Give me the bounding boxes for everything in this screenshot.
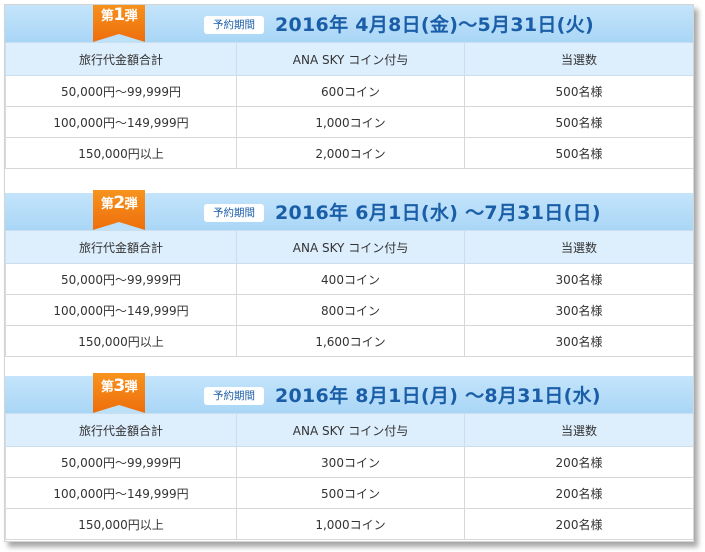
reward-table: 旅行代金額合計 ANA SKY コイン付与 当選数 50,000円〜99,999…	[5, 230, 693, 357]
period-bar: 第2弾 予約期間 2016年 6月1日(水) 〜7月31日(日)	[5, 190, 693, 230]
period-bar: 第1弾 予約期間 2016年 4月8日(金)〜5月31日(火)	[5, 5, 693, 42]
winners-cell: 500名様	[464, 75, 693, 107]
winners-cell: 200名様	[464, 477, 693, 509]
reservation-period-badge: 予約期間	[204, 16, 264, 34]
period-dates: 2016年 4月8日(金)〜5月31日(火)	[275, 14, 594, 36]
winners-cell: 200名様	[464, 508, 693, 540]
amount-cell: 150,000円以上	[5, 508, 237, 540]
campaign-section-2: 第2弾 予約期間 2016年 6月1日(水) 〜7月31日(日) 旅行代金額合計…	[5, 190, 693, 357]
table-header-row: 旅行代金額合計 ANA SKY コイン付与 当選数	[5, 230, 693, 264]
coin-cell: 500コイン	[236, 477, 465, 509]
coin-cell: 1,000コイン	[236, 106, 465, 138]
period-dates: 2016年 8月1日(月) 〜8月31日(水)	[275, 385, 601, 407]
coin-cell: 1,600コイン	[236, 325, 465, 357]
campaign-section-1: 第1弾 予約期間 2016年 4月8日(金)〜5月31日(火) 旅行代金額合計 …	[5, 5, 693, 169]
round-ribbon: 第3弾	[93, 373, 145, 413]
table-header-row: 旅行代金額合計 ANA SKY コイン付与 当選数	[5, 413, 693, 447]
amount-cell: 50,000円〜99,999円	[5, 75, 237, 107]
winners-cell: 200名様	[464, 446, 693, 478]
coin-cell: 800コイン	[236, 294, 465, 326]
winners-cell: 500名様	[464, 137, 693, 169]
amount-cell: 50,000円〜99,999円	[5, 263, 237, 295]
table-row: 100,000円〜149,999円 800コイン 300名様	[5, 294, 693, 326]
round-ribbon: 第1弾	[93, 5, 145, 42]
reward-table: 旅行代金額合計 ANA SKY コイン付与 当選数 50,000円〜99,999…	[5, 413, 693, 540]
table-row: 50,000円〜99,999円 300コイン 200名様	[5, 446, 693, 478]
coin-cell: 1,000コイン	[236, 508, 465, 540]
coin-cell: 400コイン	[236, 263, 465, 295]
table-header-row: 旅行代金額合計 ANA SKY コイン付与 当選数	[5, 42, 693, 76]
amount-cell: 50,000円〜99,999円	[5, 446, 237, 478]
winners-cell: 300名様	[464, 263, 693, 295]
table-row: 50,000円〜99,999円 400コイン 300名様	[5, 263, 693, 295]
column-header-coins: ANA SKY コイン付与	[236, 413, 465, 447]
table-row: 150,000円以上 1,600コイン 300名様	[5, 325, 693, 357]
coin-cell: 2,000コイン	[236, 137, 465, 169]
period-dates: 2016年 6月1日(水) 〜7月31日(日)	[275, 202, 601, 224]
reservation-period-badge: 予約期間	[204, 387, 264, 405]
table-row: 50,000円〜99,999円 600コイン 500名様	[5, 75, 693, 107]
table-row: 150,000円以上 1,000コイン 200名様	[5, 508, 693, 540]
column-header-amount: 旅行代金額合計	[5, 230, 237, 264]
column-header-winners: 当選数	[464, 230, 693, 264]
coin-cell: 300コイン	[236, 446, 465, 478]
amount-cell: 100,000円〜149,999円	[5, 294, 237, 326]
column-header-amount: 旅行代金額合計	[5, 413, 237, 447]
winners-cell: 300名様	[464, 294, 693, 326]
campaign-table-frame: 第1弾 予約期間 2016年 4月8日(金)〜5月31日(火) 旅行代金額合計 …	[4, 4, 694, 542]
amount-cell: 150,000円以上	[5, 325, 237, 357]
reward-table: 旅行代金額合計 ANA SKY コイン付与 当選数 50,000円〜99,999…	[5, 42, 693, 169]
coin-cell: 600コイン	[236, 75, 465, 107]
column-header-winners: 当選数	[464, 413, 693, 447]
table-row: 100,000円〜149,999円 500コイン 200名様	[5, 477, 693, 509]
amount-cell: 100,000円〜149,999円	[5, 106, 237, 138]
winners-cell: 500名様	[464, 106, 693, 138]
amount-cell: 100,000円〜149,999円	[5, 477, 237, 509]
amount-cell: 150,000円以上	[5, 137, 237, 169]
period-bar: 第3弾 予約期間 2016年 8月1日(月) 〜8月31日(水)	[5, 373, 693, 413]
round-ribbon: 第2弾	[93, 190, 145, 230]
winners-cell: 300名様	[464, 325, 693, 357]
campaign-section-3: 第3弾 予約期間 2016年 8月1日(月) 〜8月31日(水) 旅行代金額合計…	[5, 373, 693, 540]
reservation-period-badge: 予約期間	[204, 204, 264, 222]
column-header-coins: ANA SKY コイン付与	[236, 230, 465, 264]
column-header-amount: 旅行代金額合計	[5, 42, 237, 76]
column-header-coins: ANA SKY コイン付与	[236, 42, 465, 76]
column-header-winners: 当選数	[464, 42, 693, 76]
table-row: 150,000円以上 2,000コイン 500名様	[5, 137, 693, 169]
table-row: 100,000円〜149,999円 1,000コイン 500名様	[5, 106, 693, 138]
